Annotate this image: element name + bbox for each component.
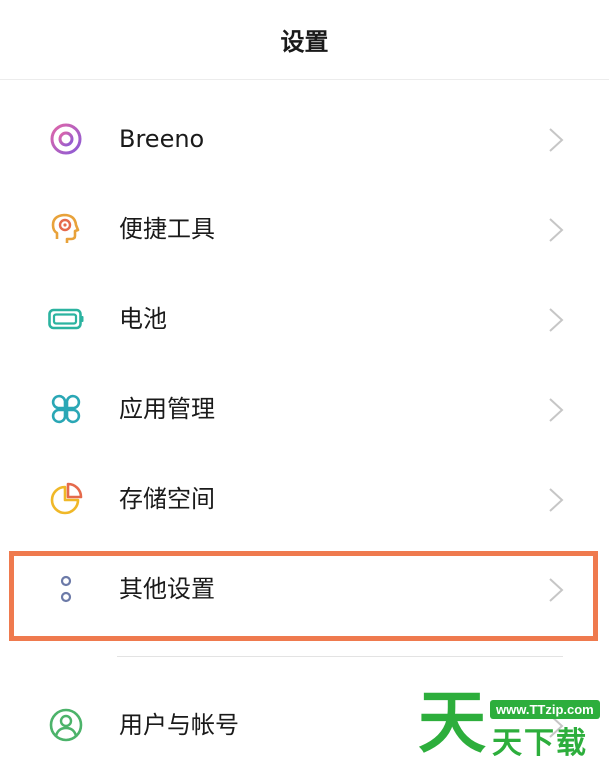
settings-item-app-management[interactable]: 应用管理	[0, 364, 609, 454]
user-account-icon	[48, 707, 84, 743]
watermark: 天 www.TTzip.com 天下载	[418, 684, 600, 768]
chevron-right-icon	[546, 397, 566, 423]
settings-item-label: 用户与帐号	[119, 711, 239, 739]
breeno-icon	[48, 121, 84, 157]
header: 设置	[0, 0, 609, 80]
chevron-right-icon	[546, 487, 566, 513]
settings-item-label: Breeno	[119, 125, 205, 153]
chevron-right-icon	[546, 217, 566, 243]
storage-icon	[48, 481, 84, 517]
watermark-text: 天下载	[492, 726, 588, 761]
settings-item-battery[interactable]: 电池	[0, 274, 609, 364]
settings-item-label: 便捷工具	[119, 215, 215, 243]
watermark-logo: 天	[418, 684, 487, 763]
chevron-right-icon	[546, 127, 566, 153]
chevron-right-icon	[546, 307, 566, 333]
settings-item-storage[interactable]: 存储空间	[0, 454, 609, 544]
convenience-tools-icon	[48, 211, 84, 247]
settings-item-label: 存储空间	[119, 485, 215, 513]
battery-icon	[48, 301, 84, 337]
divider	[117, 656, 563, 657]
app-management-icon	[48, 391, 84, 427]
highlight-box	[9, 551, 598, 641]
page-title: 设置	[280, 28, 329, 56]
settings-item-breeno[interactable]: Breeno	[0, 94, 609, 184]
settings-item-label: 应用管理	[119, 395, 215, 423]
settings-item-convenience-tools[interactable]: 便捷工具	[0, 184, 609, 274]
watermark-url: www.TTzip.com	[490, 700, 600, 719]
settings-item-label: 电池	[119, 305, 167, 333]
